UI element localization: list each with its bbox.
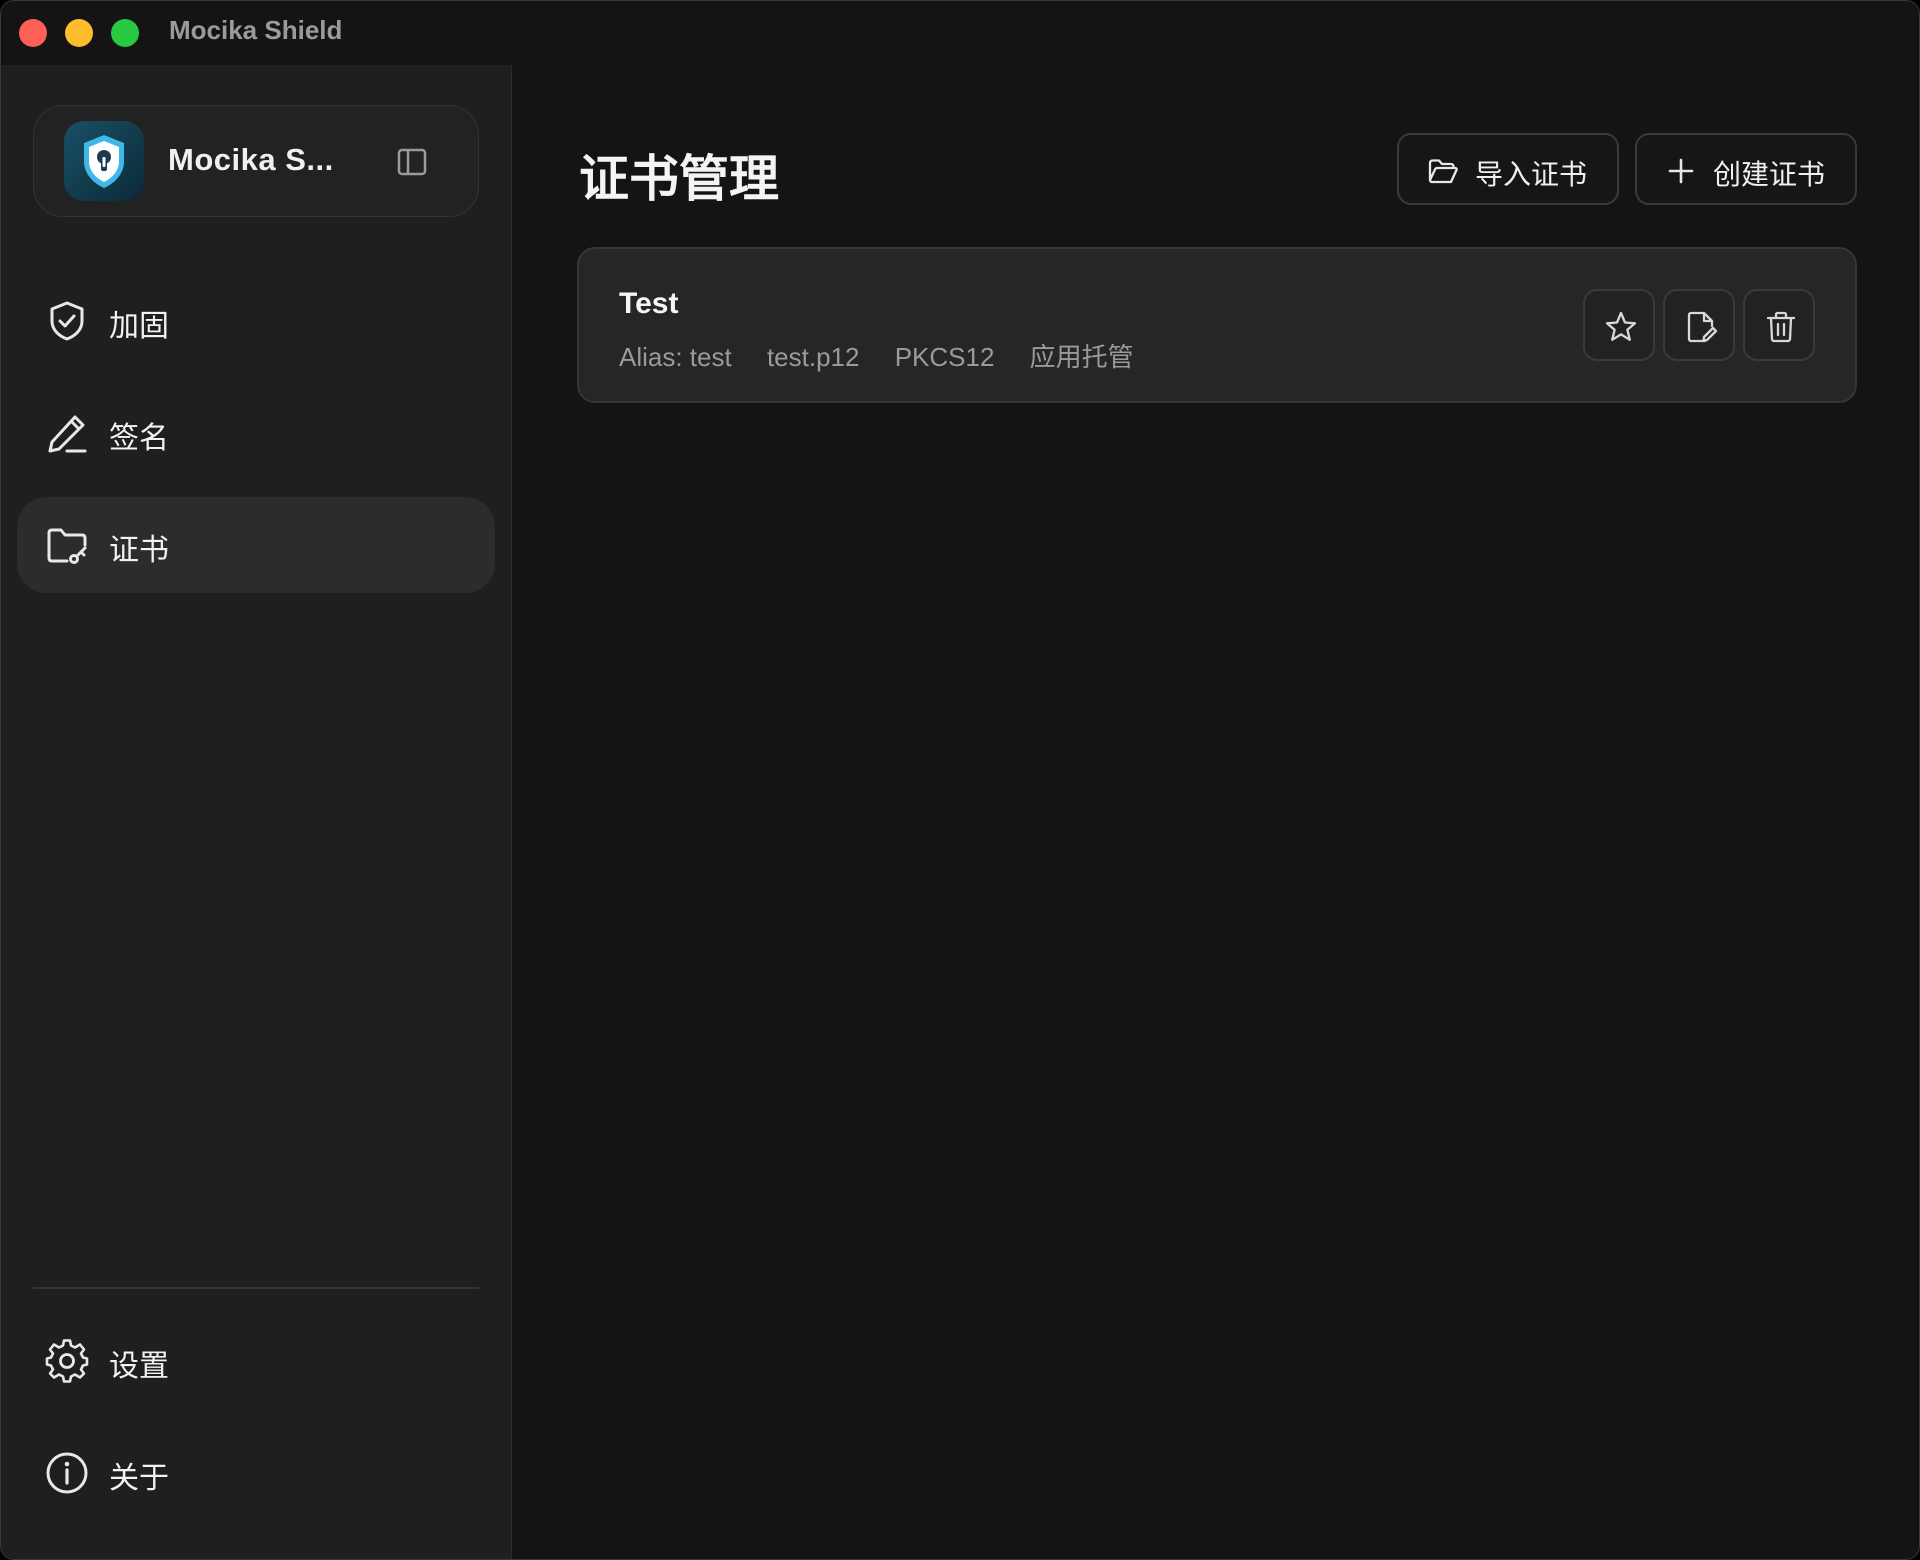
shield-logo-icon [84,135,124,188]
certificate-meta: Alias: test test.p12 PKCS12 应用托管 [619,337,1162,374]
import-certificate-label: 导入证书 [1475,158,1588,191]
certificate-file: test.p12 [766,342,860,372]
folder-key-icon [47,528,87,564]
sidebar-item-harden[interactable]: 加固 [17,273,495,369]
sidebar-item-certificates[interactable]: 证书 [17,497,495,593]
import-certificate-button[interactable]: 导入证书 [1397,133,1619,205]
app-window: Mocika Shield Mocika S... 加固 签名 证书 设置 关于… [0,0,1920,1560]
star-icon [1605,311,1637,341]
certificate-name: Test [619,287,679,320]
close-window-button[interactable] [19,19,47,47]
sidebar-item-sign[interactable]: 签名 [17,385,495,481]
sidebar-toggle-icon [397,148,427,176]
sidebar-item-about[interactable]: 关于 [17,1425,495,1521]
minimize-window-button[interactable] [65,19,93,47]
maximize-window-button[interactable] [111,19,139,47]
sidebar: Mocika S... 加固 签名 证书 设置 关于 [1,65,512,1559]
edit-button[interactable] [1663,289,1735,361]
sidebar-item-settings[interactable]: 设置 [17,1313,495,1409]
gear-icon [45,1339,89,1383]
pen-icon [48,415,87,453]
sidebar-item-label: 证书 [109,533,169,568]
title-bar: Mocika Shield [1,1,1919,65]
sidebar-toggle-button[interactable] [394,144,430,180]
trash-icon [1766,311,1796,343]
app-name: Mocika S... [168,142,334,177]
info-icon [46,1452,88,1494]
app-header-card: Mocika S... [33,105,479,217]
sidebar-item-label: 签名 [109,421,169,456]
delete-button[interactable] [1743,289,1815,361]
certificate-format: PKCS12 [894,342,995,372]
edit-document-icon [1687,311,1718,343]
app-logo [64,121,144,201]
folder-open-icon [1428,159,1458,184]
page-title: 证书管理 [579,150,779,208]
certificate-alias: Alias: test [619,342,732,372]
create-certificate-label: 创建证书 [1713,158,1826,191]
sidebar-item-label: 设置 [109,1349,169,1384]
sidebar-item-label: 加固 [109,309,169,344]
plus-icon [1668,158,1694,184]
window-title: Mocika Shield [169,15,343,45]
certificate-storage: 应用托管 [1029,342,1134,372]
sidebar-item-label: 关于 [109,1461,169,1496]
sidebar-divider [33,1287,479,1289]
main-content: 证书管理 导入证书 创建证书 Test Alias: test test.p12… [513,65,1919,1559]
favorite-button[interactable] [1583,289,1655,361]
shield-check-icon [50,301,84,341]
certificate-card[interactable]: Test Alias: test test.p12 PKCS12 应用托管 [577,247,1857,403]
create-certificate-button[interactable]: 创建证书 [1635,133,1857,205]
